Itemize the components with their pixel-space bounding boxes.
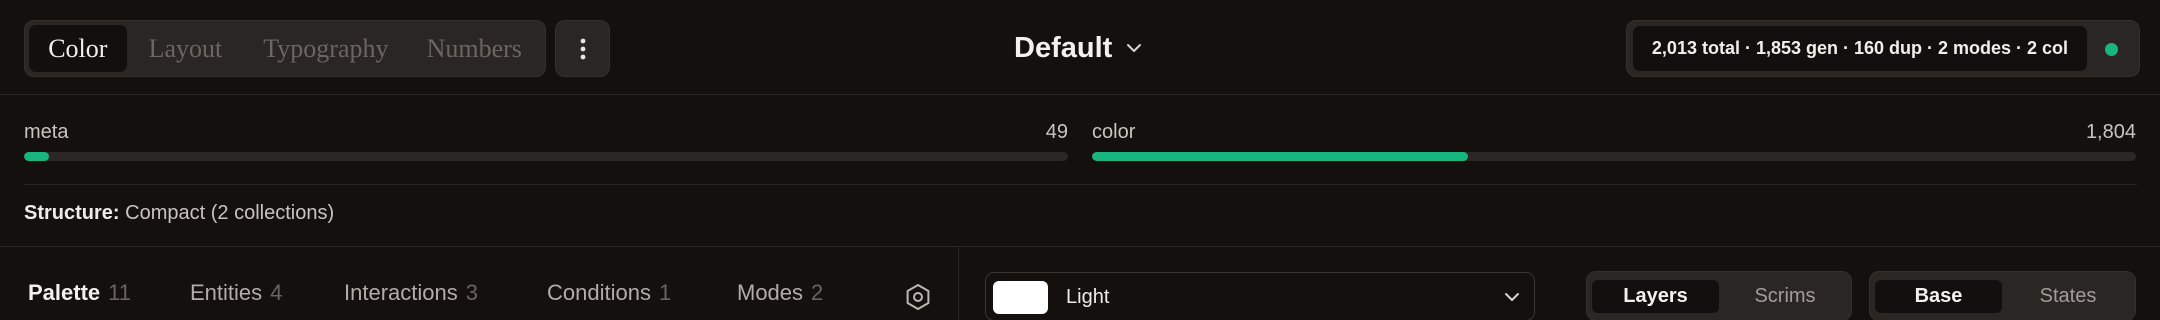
toggle-layers[interactable]: Layers [1592,280,1719,313]
collection-label: color [1092,121,1136,143]
structure-label: Structure: [24,202,120,224]
tab-palette[interactable]: Palette 11 [28,280,131,306]
tab-label: Entities [190,280,263,305]
stats-panel: 2,013 total · 1,853 gen · 160 dup · 2 mo… [1626,20,2140,77]
collection-count: 49 [1045,121,1068,143]
progress-fill [24,152,50,161]
hexagon-settings-icon[interactable] [903,282,933,312]
state-toggle: Base States [1869,271,2136,320]
more-vertical-icon [580,38,585,59]
mode-value: Light [1066,286,1110,308]
tab-label: Modes [737,280,804,305]
theme-name: Default [1014,31,1113,64]
collection-count: 1,804 [2085,121,2136,143]
tab-typography[interactable]: Typography [244,25,407,72]
tab-count: 11 [108,280,131,305]
top-bar: Color Layout Typography Numbers Default … [0,0,2160,95]
tab-layout[interactable]: Layout [127,25,245,72]
view-toggle: Layers Scrims [1586,271,1852,320]
divider [958,247,959,320]
divider [0,246,2160,247]
progress-track [1092,152,2136,161]
mode-select[interactable]: Light [985,272,1535,320]
tab-interactions[interactable]: Interactions 3 [344,280,478,306]
tab-count: 4 [270,280,283,305]
status-indicator [2105,43,2118,56]
tab-label: Conditions [547,280,651,305]
tab-count: 3 [465,280,478,305]
chevron-down-icon [1127,44,1142,52]
color-swatch [993,281,1048,314]
theme-selector[interactable]: Default [1014,24,1142,72]
tab-count: 2 [811,280,824,305]
chevron-down-icon [1505,293,1519,301]
progress-fill [1092,152,1469,161]
tab-entities[interactable]: Entities 4 [190,280,282,306]
category-tabs: Color Layout Typography Numbers [24,20,546,77]
toggle-states[interactable]: States [2006,280,2130,313]
more-menu-button[interactable] [555,20,610,77]
tab-count: 1 [658,280,672,305]
collection-label: meta [24,121,69,143]
collection-meta: meta 49 [24,119,1068,164]
tab-numbers[interactable]: Numbers [408,25,541,72]
tab-label: Palette [28,280,101,305]
stats-summary: 2,013 total · 1,853 gen · 160 dup · 2 mo… [1633,26,2087,71]
structure-value: Compact (2 collections) [125,202,335,224]
toggle-scrims[interactable]: Scrims [1723,280,1847,313]
divider [24,184,2137,185]
tab-label: Interactions [344,280,458,305]
tab-modes[interactable]: Modes 2 [737,280,823,306]
structure-info: Structure: Compact (2 collections) [24,202,334,225]
collection-color: color 1,804 [1092,119,2136,164]
tab-conditions[interactable]: Conditions 1 [547,280,671,306]
toggle-base[interactable]: Base [1875,280,2002,313]
tab-color[interactable]: Color [29,25,127,72]
progress-track [24,152,1068,161]
